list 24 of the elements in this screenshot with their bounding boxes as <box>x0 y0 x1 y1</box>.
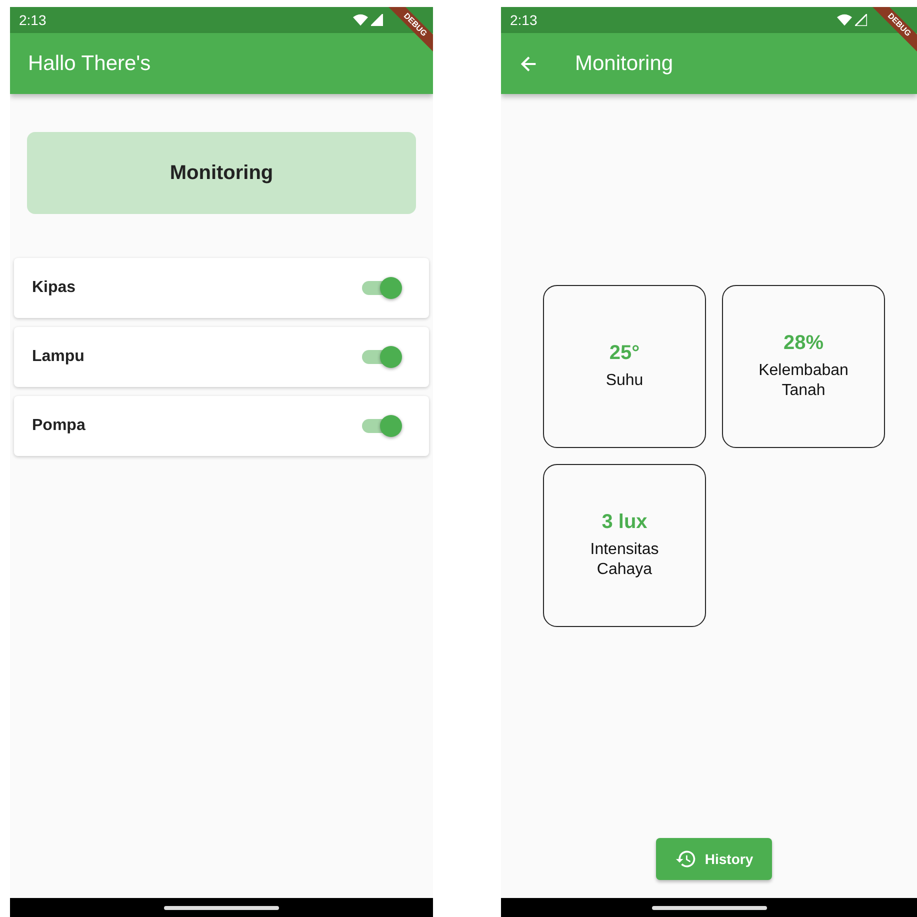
sensor-label: Intensitas Cahaya <box>589 540 660 580</box>
device-name: Kipas <box>32 279 76 297</box>
sensor-value: 28% <box>783 332 824 355</box>
sensor-value: 25° <box>609 342 640 365</box>
wifi-icon <box>837 14 852 26</box>
status-time: 2:13 <box>510 12 538 28</box>
sensor-value: 3 lux <box>602 511 648 534</box>
wifi-icon <box>353 14 368 26</box>
app-bar-title: Monitoring <box>575 52 674 76</box>
signal-icon <box>371 14 383 26</box>
sensor-label: Suhu <box>606 371 644 391</box>
toggle-switch[interactable] <box>362 415 402 437</box>
status-time: 2:13 <box>19 12 46 28</box>
toggle-switch[interactable] <box>362 346 402 368</box>
home-indicator[interactable] <box>164 906 279 910</box>
sensor-label: Kelembaban Tanah <box>758 361 850 401</box>
signal-icon <box>855 14 867 26</box>
device-name: Lampu <box>32 348 84 366</box>
history-icon <box>674 848 697 870</box>
home-indicator[interactable] <box>652 906 766 910</box>
monitoring-card[interactable]: Monitoring <box>27 132 416 214</box>
app-bar-title: Hallo There's <box>28 52 151 76</box>
device-name: Pompa <box>32 417 86 435</box>
toggle-switch[interactable] <box>362 277 402 299</box>
